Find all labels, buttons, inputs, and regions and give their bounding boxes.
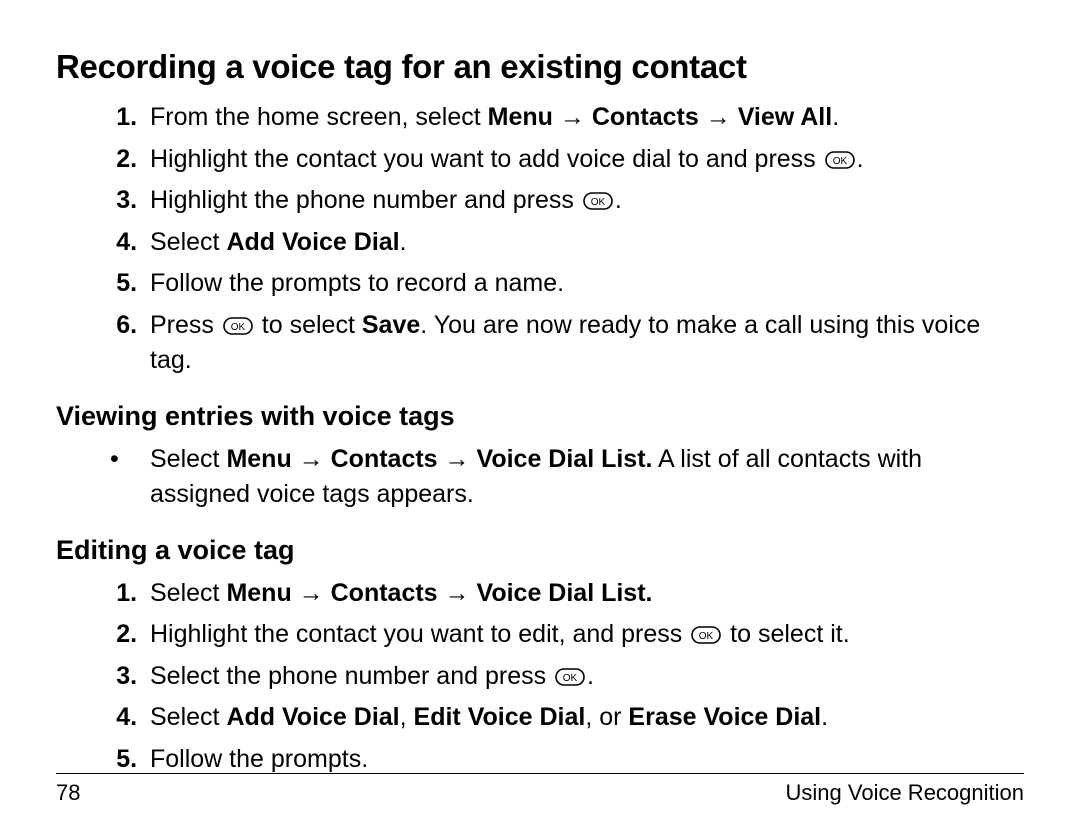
list-item: Select the phone number and press OK. <box>144 659 1024 695</box>
menu-label: Menu <box>226 579 291 607</box>
list-item: Press OK to select Save. You are now rea… <box>144 308 1024 379</box>
ok-button-icon: OK <box>223 317 253 335</box>
step-text: From the home screen, select <box>150 103 488 131</box>
list-item: Select Menu → Contacts → Voice Dial List… <box>144 576 1024 612</box>
step-text: , <box>400 703 414 731</box>
svg-text:OK: OK <box>563 673 578 684</box>
page-title: Recording a voice tag for an existing co… <box>56 48 1024 86</box>
ok-button-icon: OK <box>825 151 855 169</box>
arrow-icon: → <box>445 445 470 473</box>
list-item: Highlight the contact you want to add vo… <box>144 142 1024 178</box>
list-item: Select Add Voice Dial. <box>144 225 1024 261</box>
step-text: . <box>832 103 839 131</box>
step-text: Highlight the phone number and press <box>150 186 581 214</box>
arrow-icon: → <box>706 103 731 131</box>
step-text: Select <box>150 228 226 256</box>
list-item: Select Menu → Contacts → Voice Dial List… <box>104 442 1024 513</box>
list-item: Follow the prompts. <box>144 742 1024 778</box>
step-text: Highlight the contact you want to edit, … <box>150 620 689 648</box>
voice-dial-list-label: Voice Dial List <box>477 579 646 607</box>
arrow-icon: → <box>445 579 470 607</box>
add-voice-dial-label: Add Voice Dial <box>226 703 399 731</box>
page-footer: 78 Using Voice Recognition <box>56 773 1024 806</box>
save-label: Save <box>362 311 420 339</box>
step-text: Select <box>150 445 226 473</box>
arrow-icon: → <box>560 103 585 131</box>
list-item: Highlight the phone number and press OK. <box>144 183 1024 219</box>
footer-rule <box>56 773 1024 774</box>
arrow-icon: → <box>299 579 324 607</box>
ok-button-icon: OK <box>555 668 585 686</box>
contacts-label: Contacts <box>331 445 438 473</box>
step-text: Follow the prompts. <box>150 745 368 773</box>
recording-steps-list: From the home screen, select Menu → Cont… <box>56 100 1024 379</box>
step-text: Follow the prompts to record a name. <box>150 269 564 297</box>
list-item: Highlight the contact you want to edit, … <box>144 617 1024 653</box>
menu-label: Menu <box>226 445 291 473</box>
erase-voice-dial-label: Erase Voice Dial <box>628 703 821 731</box>
step-text: to select it. <box>723 620 849 648</box>
manual-page: Recording a voice tag for an existing co… <box>0 0 1080 834</box>
subhead-editing: Editing a voice tag <box>56 535 1024 566</box>
step-text: Select <box>150 579 226 607</box>
edit-voice-dial-label: Edit Voice Dial <box>414 703 586 731</box>
step-text: . <box>400 228 407 256</box>
view-all-label: View All <box>738 103 832 131</box>
contacts-label: Contacts <box>592 103 699 131</box>
svg-text:OK: OK <box>699 631 714 642</box>
step-text: Press <box>150 311 221 339</box>
list-item: From the home screen, select Menu → Cont… <box>144 100 1024 136</box>
ok-button-icon: OK <box>691 626 721 644</box>
voice-dial-list-label: Voice Dial List <box>477 445 646 473</box>
subhead-viewing: Viewing entries with voice tags <box>56 401 1024 432</box>
step-text: . <box>615 186 622 214</box>
step-text: Highlight the contact you want to add vo… <box>150 145 823 173</box>
svg-text:OK: OK <box>591 197 606 208</box>
period: . <box>646 579 653 607</box>
contacts-label: Contacts <box>331 579 438 607</box>
step-text: . <box>857 145 864 173</box>
step-text: . <box>821 703 828 731</box>
menu-label: Menu <box>488 103 553 131</box>
svg-text:OK: OK <box>832 156 847 167</box>
editing-steps-list: Select Menu → Contacts → Voice Dial List… <box>56 576 1024 778</box>
list-item: Follow the prompts to record a name. <box>144 266 1024 302</box>
step-text: Select the phone number and press <box>150 662 553 690</box>
viewing-list: Select Menu → Contacts → Voice Dial List… <box>56 442 1024 513</box>
step-text: Select <box>150 703 226 731</box>
ok-button-icon: OK <box>583 192 613 210</box>
step-text: . <box>587 662 594 690</box>
step-text: to select <box>255 311 362 339</box>
page-number: 78 <box>56 780 80 806</box>
svg-text:OK: OK <box>231 322 246 333</box>
chapter-title: Using Voice Recognition <box>786 780 1024 806</box>
add-voice-dial-label: Add Voice Dial <box>226 228 399 256</box>
arrow-icon: → <box>299 445 324 473</box>
step-text: , or <box>585 703 628 731</box>
list-item: Select Add Voice Dial, Edit Voice Dial, … <box>144 700 1024 736</box>
